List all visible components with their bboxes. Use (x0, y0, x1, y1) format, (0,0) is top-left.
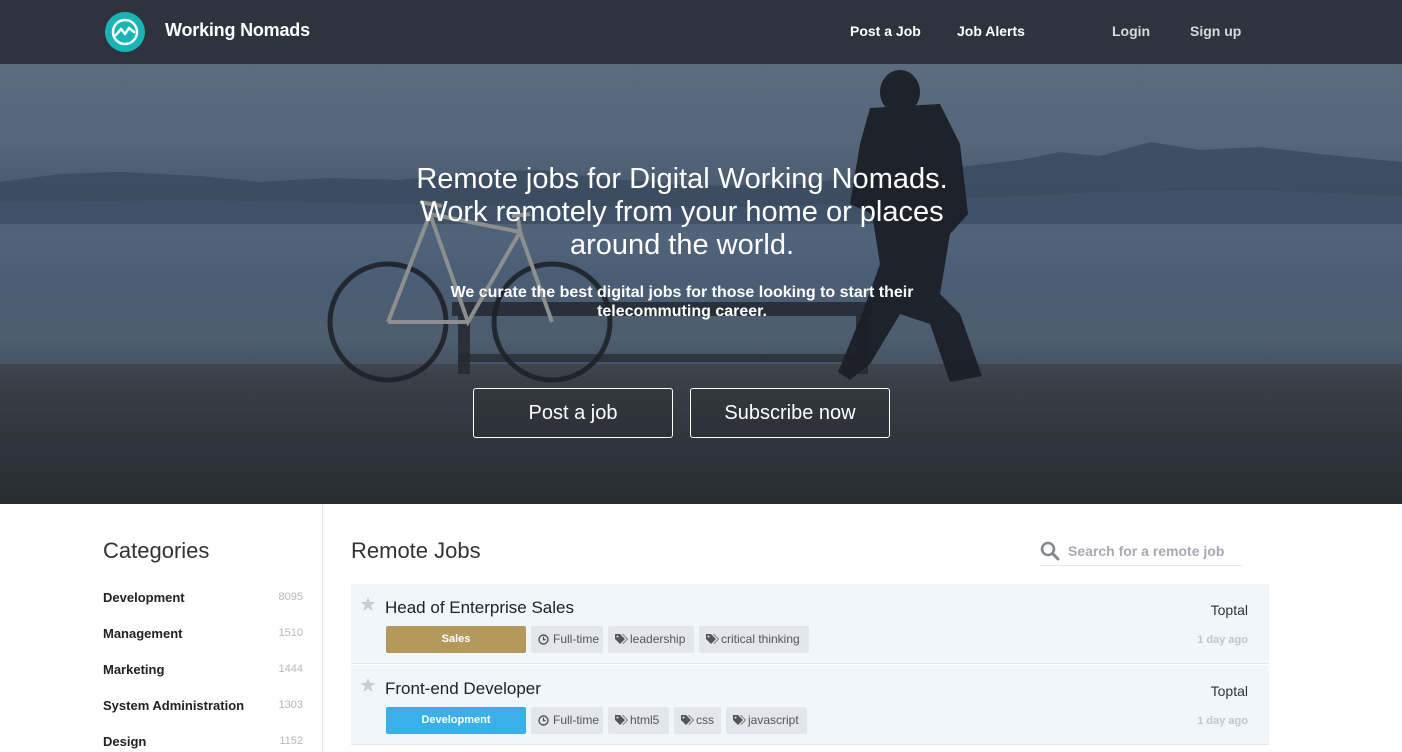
job-type-tag[interactable]: Full-time (531, 707, 603, 734)
hero-subtitle-line: We curate the best digital jobs for thos… (450, 284, 914, 301)
nav-job-alerts[interactable]: Job Alerts (957, 23, 1025, 39)
hero-title-line: Work remotely from your home or places (420, 196, 944, 228)
category-item-system-administration[interactable]: System Administration 1303 (103, 698, 303, 716)
hero-title: Remote jobs for Digital Working Nomads. … (380, 163, 984, 262)
logo-icon[interactable] (105, 12, 145, 52)
job-company[interactable]: Toptal (1211, 683, 1248, 699)
job-title[interactable]: Head of Enterprise Sales (385, 598, 574, 618)
remote-jobs-title: Remote Jobs (351, 538, 481, 563)
clock-icon (538, 634, 549, 645)
tags-icon (615, 715, 628, 725)
job-company[interactable]: Toptal (1211, 602, 1248, 618)
category-label[interactable]: Design (103, 734, 146, 749)
skill-tag-label: html5 (630, 713, 660, 727)
category-badge[interactable]: Sales (386, 626, 526, 653)
hero-banner: Remote jobs for Digital Working Nomads. … (0, 64, 1402, 504)
star-icon[interactable] (360, 596, 376, 612)
nav-sign-up[interactable]: Sign up (1190, 23, 1241, 39)
post-a-job-button[interactable]: Post a job (473, 388, 673, 438)
tags-icon (706, 634, 719, 644)
categories-sidebar: Categories Development 8095 Management 1… (0, 504, 323, 752)
hero-title-line: Remote jobs for Digital Working Nomads. (416, 163, 948, 195)
skill-tag[interactable]: html5 (608, 707, 669, 734)
job-posted-time: 1 day ago (1197, 715, 1248, 727)
skill-tag-label: javascript (748, 713, 799, 727)
job-posted-time: 1 day ago (1197, 634, 1248, 646)
category-count: 1303 (278, 699, 303, 711)
star-icon[interactable] (360, 677, 376, 693)
category-item-management[interactable]: Management 1510 (103, 626, 303, 644)
category-label[interactable]: Management (103, 626, 182, 641)
category-count: 1444 (278, 663, 303, 675)
nav-login[interactable]: Login (1112, 23, 1150, 39)
tags-icon (681, 715, 694, 725)
nav-post-a-job[interactable]: Post a Job (850, 23, 921, 39)
skill-tag[interactable]: critical thinking (699, 626, 809, 653)
search-input[interactable] (1068, 540, 1240, 562)
categories-title: Categories (103, 538, 210, 563)
job-search[interactable] (1040, 538, 1242, 566)
tags-icon (733, 715, 746, 725)
category-count: 1510 (278, 627, 303, 639)
category-item-development[interactable]: Development 8095 (103, 590, 303, 608)
skill-tag-label: css (696, 713, 714, 727)
skill-tag[interactable]: javascript (726, 707, 807, 734)
hero-subtitle: We curate the best digital jobs for thos… (420, 283, 944, 321)
job-title[interactable]: Front-end Developer (385, 679, 541, 699)
skill-tag[interactable]: leadership (608, 626, 694, 653)
skill-tag-label: leadership (630, 632, 686, 646)
brand-name[interactable]: Working Nomads (165, 20, 310, 41)
category-label[interactable]: System Administration (103, 698, 244, 713)
search-icon[interactable] (1040, 541, 1060, 561)
tags-icon (615, 634, 628, 644)
clock-icon (538, 715, 549, 726)
subscribe-now-button[interactable]: Subscribe now (690, 388, 890, 438)
hero-subtitle-line: telecommuting career. (597, 303, 767, 320)
job-type-tag[interactable]: Full-time (531, 626, 603, 653)
category-item-design[interactable]: Design 1152 (103, 734, 303, 752)
category-item-marketing[interactable]: Marketing 1444 (103, 662, 303, 680)
category-count: 8095 (278, 591, 303, 603)
category-label[interactable]: Development (103, 590, 185, 605)
category-badge[interactable]: Development (386, 707, 526, 734)
job-type-label: Full-time (553, 632, 600, 646)
category-label[interactable]: Marketing (103, 662, 164, 677)
hero-title-line: around the world. (569, 229, 795, 261)
top-navbar: Working Nomads Post a Job Job Alerts Log… (0, 0, 1402, 64)
skill-tag-label: critical thinking (721, 632, 800, 646)
job-listing[interactable]: Front-end Developer Toptal 1 day ago Dev… (351, 665, 1269, 745)
job-listing[interactable]: Head of Enterprise Sales Toptal 1 day ag… (351, 584, 1269, 664)
category-count: 1152 (279, 735, 303, 747)
skill-tag[interactable]: css (674, 707, 721, 734)
job-type-label: Full-time (553, 713, 600, 727)
